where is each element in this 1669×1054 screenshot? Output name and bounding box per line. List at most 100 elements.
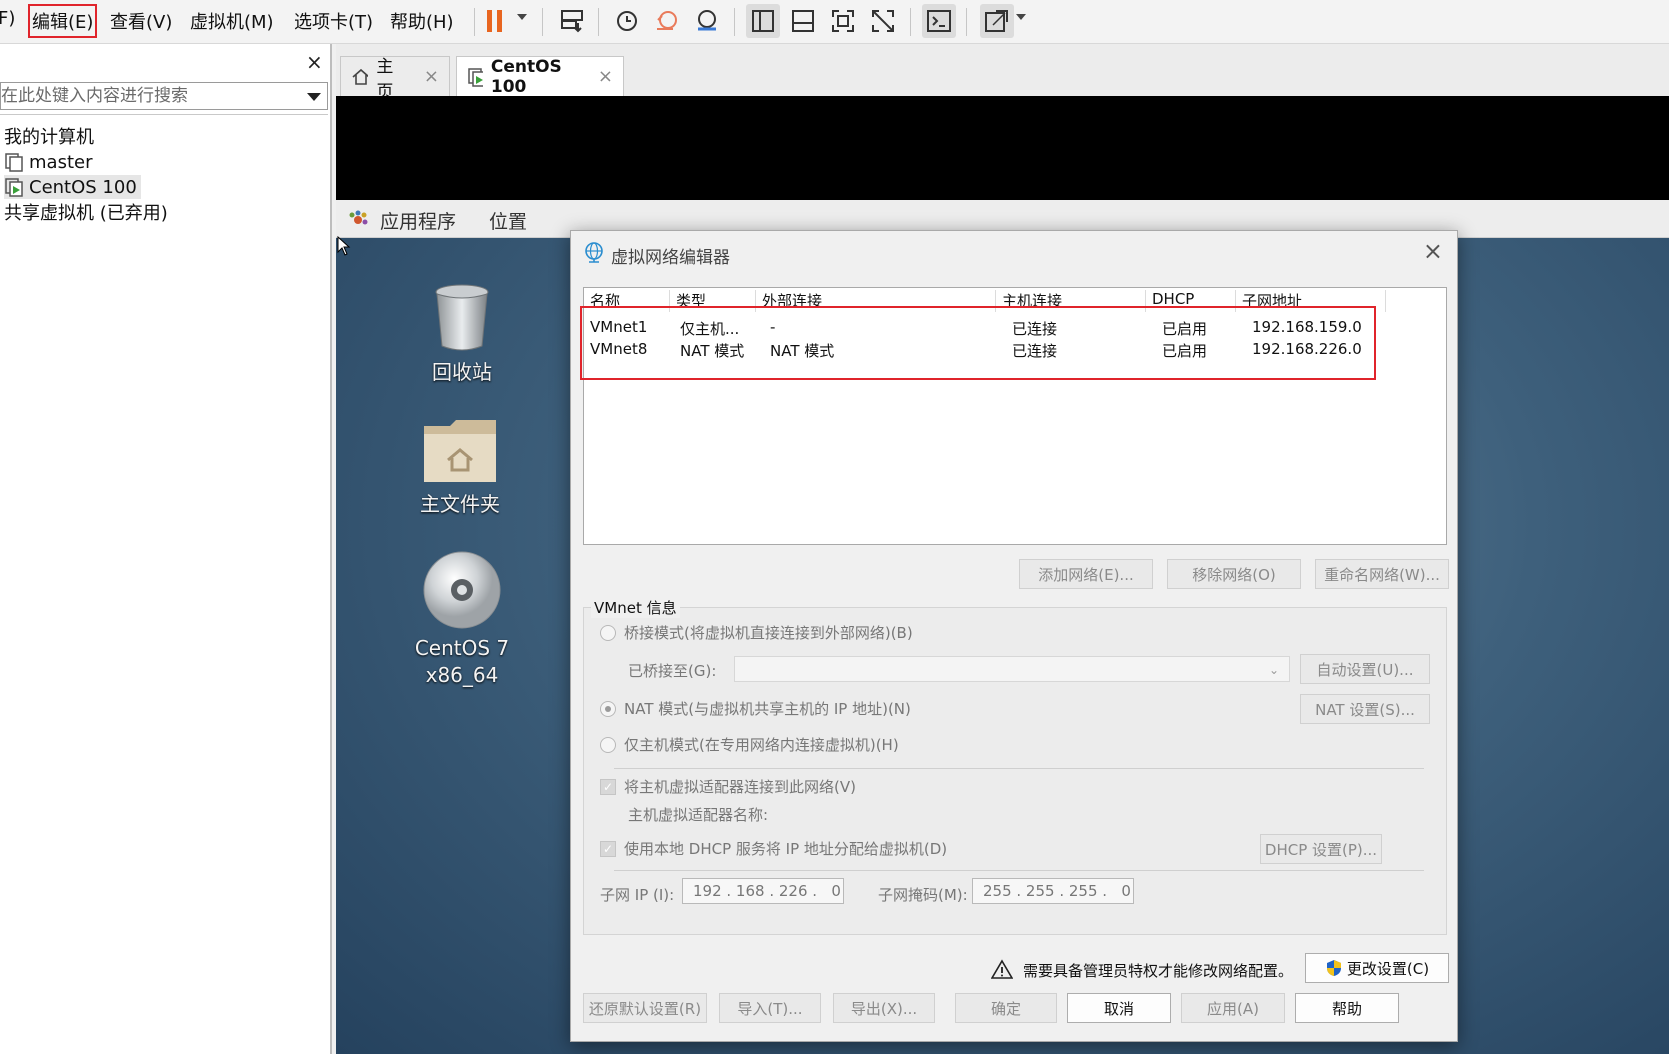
thumbnail-bar-button[interactable] <box>786 4 820 38</box>
snapshot-manager-button[interactable] <box>690 4 724 38</box>
pause-icon <box>487 10 502 32</box>
send-ctrl-alt-del-button[interactable] <box>555 4 589 38</box>
checkbox-checked[interactable]: ✓ <box>600 840 616 857</box>
dialog-close-button[interactable]: × <box>1423 237 1443 265</box>
tab-label: 主页 <box>376 56 394 102</box>
auto-settings-button[interactable]: 自动设置(U)... <box>1300 654 1430 684</box>
library-panel: × 我的计算机 master CentOS 100 共享虚拟机 (已弃用) <box>0 44 332 1054</box>
tree-item-my-computer[interactable]: 我的计算机 <box>4 124 94 148</box>
stretch-guest-button[interactable] <box>980 4 1014 38</box>
menu-file[interactable]: F) <box>0 8 15 29</box>
remove-network-button[interactable]: 移除网络(O) <box>1167 559 1301 589</box>
nat-mode-option[interactable]: NAT 模式(与虚拟机共享主机的 IP 地址)(N) <box>600 698 911 719</box>
change-settings-button[interactable]: 更改设置(C) <box>1305 953 1449 983</box>
clock-snapshot-icon <box>617 11 637 31</box>
menu-help[interactable]: 帮助(H) <box>390 8 454 34</box>
tree-item-master[interactable]: master <box>4 150 92 174</box>
nat-settings-button[interactable]: NAT 设置(S)... <box>1300 694 1430 724</box>
home-icon <box>352 68 369 85</box>
bridged-mode-label: 桥接模式(将虚拟机直接连接到外部网络)(B) <box>624 624 913 642</box>
radio-button[interactable] <box>600 624 616 641</box>
subnet-ip-label: 子网 IP (I): <box>600 886 675 904</box>
search-dropdown-icon[interactable] <box>307 93 321 101</box>
pause-dropdown-icon[interactable] <box>517 14 527 20</box>
unity-disabled-icon <box>872 10 894 32</box>
host-adapter-name-label: 主机虚拟适配器名称: <box>628 806 769 824</box>
tree-item-label: 我的计算机 <box>4 127 94 148</box>
rename-network-button[interactable]: 重命名网络(W)... <box>1315 559 1449 589</box>
add-network-button[interactable]: 添加网络(E)... <box>1019 559 1153 589</box>
toolbar-separator <box>966 8 967 36</box>
mouse-cursor-icon <box>337 236 351 256</box>
host-only-mode-option[interactable]: 仅主机模式(在专用网络内连接虚拟机)(H) <box>600 734 899 755</box>
checkbox-checked[interactable]: ✓ <box>600 778 616 795</box>
fullscreen-button[interactable] <box>826 4 860 38</box>
menu-edit[interactable]: 编辑(E) <box>27 4 98 38</box>
desktop-icon-label: 回收站 <box>432 360 492 384</box>
library-search-box[interactable] <box>0 82 328 110</box>
uac-shield-icon <box>1326 960 1341 976</box>
menu-vm[interactable]: 虚拟机(M) <box>190 8 274 34</box>
clock-manager-icon <box>698 10 716 31</box>
apply-button[interactable]: 应用(A) <box>1181 993 1285 1023</box>
gnome-places-menu[interactable]: 位置 <box>489 207 527 234</box>
pause-button[interactable] <box>478 4 512 38</box>
show-library-button[interactable] <box>746 4 780 38</box>
unity-button[interactable] <box>866 4 900 38</box>
console-button[interactable] <box>922 4 956 38</box>
radio-button[interactable] <box>600 700 616 717</box>
stretch-dropdown-icon[interactable] <box>1016 14 1026 20</box>
use-dhcp-option[interactable]: ✓ 使用本地 DHCP 服务将 IP 地址分配给虚拟机(D) <box>600 838 947 859</box>
library-search-input[interactable] <box>1 83 291 109</box>
vm-running-icon <box>468 67 483 87</box>
restore-defaults-button[interactable]: 还原默认设置(R) <box>583 993 707 1023</box>
tab-close-icon[interactable]: × <box>424 66 439 87</box>
network-list-table[interactable]: 名称 类型 外部连接 主机连接 DHCP 子网地址 VMnet1 仅主机... … <box>580 287 1447 545</box>
radio-button[interactable] <box>600 736 616 753</box>
warning-icon <box>991 959 1013 979</box>
tab-home[interactable]: 主页 × <box>340 56 450 102</box>
subnet-ip-input[interactable]: 192 . 168 . 226 . 0 <box>682 878 844 904</box>
subnet-mask-input[interactable]: 255 . 255 . 255 . 0 <box>972 878 1134 904</box>
import-button[interactable]: 导入(T)... <box>719 993 821 1023</box>
gnome-applications-menu[interactable]: 应用程序 <box>380 207 456 234</box>
bridged-mode-option[interactable]: 桥接模式(将虚拟机直接连接到外部网络)(B) <box>600 622 913 643</box>
export-button[interactable]: 导出(X)... <box>833 993 935 1023</box>
desktop-icon-trash[interactable]: 回收站 <box>392 282 532 386</box>
cancel-button[interactable]: 取消 <box>1067 993 1171 1023</box>
menu-tabs[interactable]: 选项卡(T) <box>294 8 373 34</box>
tab-label: CentOS 100 <box>490 56 562 97</box>
tree-divider <box>0 114 328 115</box>
host-only-mode-label: 仅主机模式(在专用网络内连接虚拟机)(H) <box>624 736 899 754</box>
fullscreen-icon <box>832 10 854 32</box>
desktop-icon-centos-dvd[interactable]: CentOS 7 x86_64 <box>392 550 532 689</box>
network-send-icon <box>561 10 583 33</box>
toolbar-separator <box>542 8 543 36</box>
tab-close-icon[interactable]: × <box>598 66 613 87</box>
clock-revert-icon <box>657 11 677 30</box>
menu-bar: F) 编辑(E) 查看(V) 虚拟机(M) 选项卡(T) 帮助(H) <box>0 0 1669 44</box>
stretch-icon <box>985 10 1008 32</box>
toolbar-separator <box>734 8 735 36</box>
revert-snapshot-button[interactable] <box>650 4 684 38</box>
optical-disc-icon <box>423 551 501 629</box>
connect-host-adapter-label: 将主机虚拟适配器连接到此网络(V) <box>624 778 856 796</box>
menu-view[interactable]: 查看(V) <box>110 8 172 34</box>
tab-centos-100[interactable]: CentOS 100 × <box>456 56 624 97</box>
connect-host-adapter-option[interactable]: ✓ 将主机虚拟适配器连接到此网络(V) <box>600 776 856 797</box>
tree-item-centos-100[interactable]: CentOS 100 <box>4 175 141 199</box>
change-settings-label: 更改设置(C) <box>1346 959 1430 978</box>
dhcp-settings-button[interactable]: DHCP 设置(P)... <box>1260 834 1382 864</box>
snapshot-button[interactable] <box>610 4 644 38</box>
globe-network-icon <box>585 242 603 263</box>
vm-console-black-area[interactable] <box>336 96 1669 200</box>
bridged-to-select[interactable]: ⌄ <box>734 656 1290 682</box>
ok-button[interactable]: 确定 <box>955 993 1057 1023</box>
library-close-button[interactable]: × <box>306 50 323 74</box>
virtual-network-editor-dialog: 虚拟网络编辑器 × 名称 类型 外部连接 主机连接 DHCP 子网地址 VMne… <box>570 230 1458 1042</box>
terminal-icon <box>927 10 951 32</box>
tree-item-shared-vms[interactable]: 共享虚拟机 (已弃用) <box>4 200 168 224</box>
desktop-icon-home-folder[interactable]: 主文件夹 <box>390 416 530 518</box>
help-button[interactable]: 帮助 <box>1295 993 1399 1023</box>
desktop-icon-label: CentOS 7 <box>414 636 510 660</box>
